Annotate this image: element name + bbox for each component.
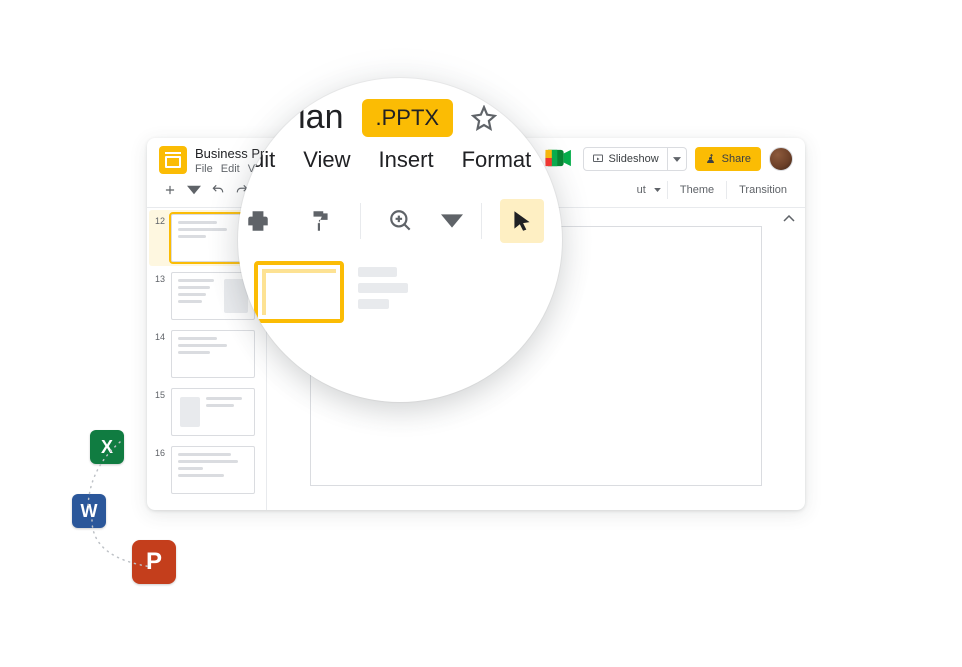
move-to-folder-icon[interactable] [515, 104, 543, 132]
zoom-paint-format-button[interactable] [298, 199, 342, 243]
zoom-menu-edit[interactable]: dit [252, 147, 275, 173]
zoom-menu-format[interactable]: Format [462, 147, 532, 173]
slideshow-label: Slideshow [609, 153, 659, 165]
new-slide-button[interactable] [159, 179, 181, 201]
slides-logo-icon[interactable] [159, 146, 187, 174]
menu-file[interactable]: File [195, 163, 213, 175]
zoom-magnifier: ss Plan .PPTX dit View Insert Format [238, 78, 562, 402]
layout-button-truncated[interactable]: ut [631, 180, 652, 200]
share-label: Share [722, 153, 751, 165]
thumb-number: 13 [153, 272, 165, 284]
share-button[interactable]: Share [695, 147, 761, 171]
zoom-next-thumbnail [358, 261, 414, 309]
thumb-row[interactable]: 15 [153, 388, 260, 436]
chevron-down-icon [654, 188, 661, 192]
collapse-panel-icon[interactable] [783, 214, 795, 226]
slide-thumbnail[interactable] [171, 388, 255, 436]
thumb-number: 14 [153, 330, 165, 342]
thumb-number: 12 [153, 214, 165, 226]
file-format-badge: .PPTX [362, 99, 454, 137]
transition-button[interactable]: Transition [733, 180, 793, 200]
slideshow-button[interactable]: Slideshow [583, 147, 668, 171]
new-slide-dropdown[interactable] [183, 179, 205, 201]
zoom-zoom-dropdown[interactable] [441, 199, 463, 243]
account-avatar[interactable] [769, 147, 793, 171]
slideshow-button-group: Slideshow [583, 147, 687, 171]
zoom-zoom-button[interactable] [379, 199, 423, 243]
zoom-title-fragment: ss Plan [238, 98, 344, 137]
star-icon[interactable] [471, 105, 497, 131]
zoom-print-button[interactable] [238, 199, 280, 243]
zoom-active-thumbnail[interactable] [254, 261, 344, 323]
zoom-select-tool[interactable] [500, 199, 544, 243]
connector-lines [70, 430, 190, 590]
zoom-menu-view[interactable]: View [303, 147, 350, 173]
slideshow-dropdown[interactable] [668, 147, 687, 171]
thumb-number: 15 [153, 388, 165, 400]
zoom-menu-insert[interactable]: Insert [379, 147, 434, 173]
theme-button[interactable]: Theme [674, 180, 720, 200]
